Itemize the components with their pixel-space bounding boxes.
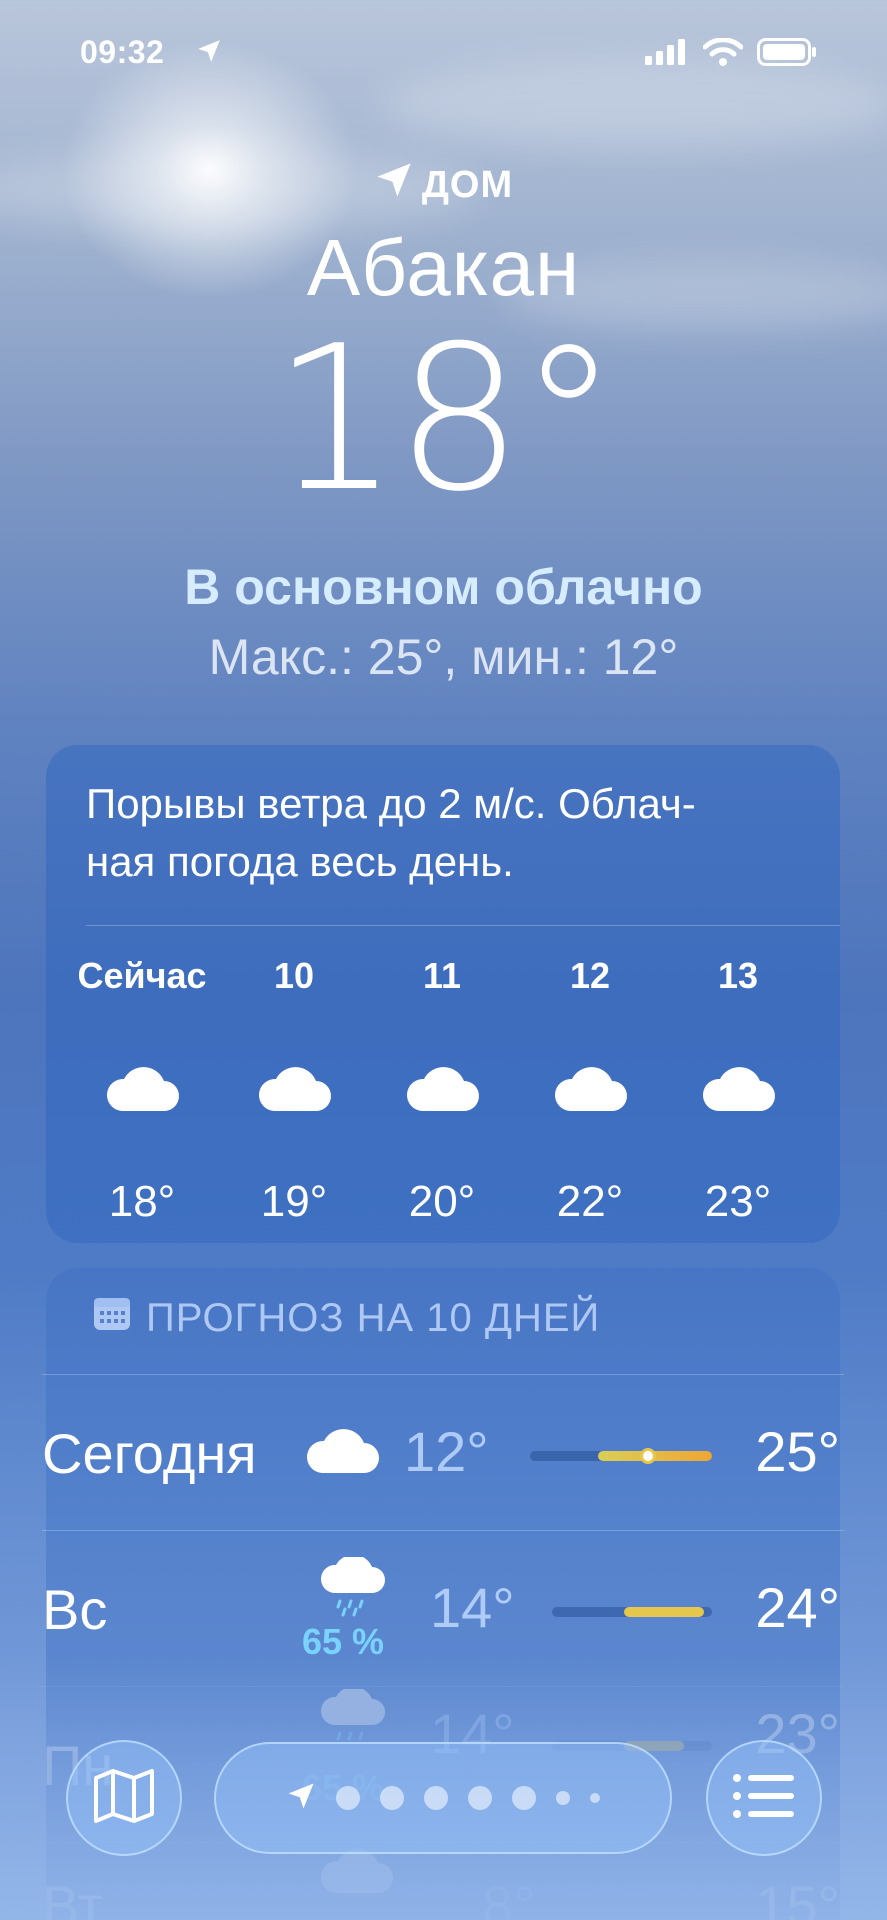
hour-temp: 22° [556, 1177, 624, 1226]
temp-range-fill [624, 1607, 704, 1617]
list-icon [732, 1772, 796, 1825]
cellular-signal-icon [645, 39, 689, 70]
cloud-icon [658, 1061, 818, 1121]
hour-item: 11 20° [362, 955, 522, 1226]
hour-item: 10 19° [214, 955, 374, 1226]
high-low-text: Макс.: 25°, мин.: 12° [208, 629, 679, 685]
status-icons [645, 37, 817, 71]
day-name: Вт [42, 1874, 104, 1920]
day-min-temp: 12° [404, 1420, 489, 1483]
temp-range-bar [530, 1448, 712, 1464]
cloud-icon [214, 1061, 374, 1121]
hour-item: Сейчас 18° [62, 955, 222, 1226]
hour-time: 13 [717, 955, 759, 996]
status-bar: 09:32 [0, 28, 887, 78]
hour-item: 13 23° [658, 955, 818, 1226]
hour-time: 12 [569, 955, 611, 996]
temp-range-bar [552, 1607, 712, 1617]
cloud-icon [304, 1423, 380, 1480]
day-max-temp: 15° [755, 1874, 840, 1920]
divider [86, 925, 840, 926]
map-icon [93, 1768, 155, 1829]
day-max-temp: 25° [755, 1420, 840, 1483]
page-dot[interactable] [590, 1793, 600, 1803]
page-dot[interactable] [336, 1786, 360, 1810]
day-name: Сегодня [42, 1422, 257, 1485]
hour-temp: 18° [108, 1177, 176, 1226]
hour-item: 12 22° [510, 955, 670, 1226]
day-min-temp: 14° [430, 1576, 515, 1639]
hour-temp: 20° [408, 1177, 476, 1226]
hourly-forecast-card[interactable]: Порывы ветра до 2 м/с. Облач- ная погода… [46, 745, 840, 1243]
page-dot[interactable] [424, 1786, 448, 1810]
summary-line-1: Порывы ветра до 2 м/с. Облач- [86, 780, 696, 827]
hourly-summary: Порывы ветра до 2 м/с. Облач- ная погода… [86, 775, 806, 891]
battery-icon [757, 38, 817, 71]
day-name: Вс [42, 1578, 108, 1641]
page-dot[interactable] [556, 1791, 570, 1805]
cloud-icon [62, 1061, 222, 1121]
location-name: ДОМ [421, 163, 514, 206]
page-dot[interactable] [512, 1786, 536, 1810]
city-name: Абакан [306, 223, 581, 312]
status-time: 09:32 [80, 34, 165, 70]
day-row[interactable]: Сегодня 12° 25° [42, 1374, 844, 1530]
cloud-rain-icon [318, 1554, 388, 1622]
location-services-icon [196, 38, 222, 69]
location-arrow-icon[interactable] [286, 1781, 316, 1816]
hour-temp: 19° [260, 1177, 328, 1226]
page-dot[interactable] [380, 1786, 404, 1810]
day-max-temp: 24° [755, 1576, 840, 1639]
daily-title: ПРОГНОЗ НА 10 ДНЕЙ [146, 1295, 601, 1340]
hour-time: 10 [273, 955, 315, 996]
current-temperature: 18° [272, 303, 619, 536]
location-arrow-icon [374, 160, 414, 210]
condition-text: В основном облачно [184, 559, 703, 615]
locations-list-button[interactable] [706, 1740, 822, 1856]
location-label: ДОМ [0, 160, 887, 210]
day-row[interactable]: Вс 65 % 14° 24° [42, 1530, 844, 1686]
hour-time: 11 [422, 955, 462, 996]
hour-time: Сейчас [77, 955, 207, 996]
day-min-temp: 8° [482, 1874, 536, 1920]
page-indicator[interactable] [214, 1742, 672, 1854]
page-dot[interactable] [468, 1786, 492, 1810]
cloud-icon [510, 1061, 670, 1121]
precip-chance: 65 % [302, 1621, 385, 1662]
cloud-icon [362, 1061, 522, 1121]
summary-line-2: ная погода весь день. [86, 838, 514, 885]
daily-header: ПРОГНОЗ НА 10 ДНЕЙ [92, 1294, 600, 1342]
hour-temp: 23° [704, 1177, 772, 1226]
current-temp-dot [640, 1448, 656, 1464]
map-button[interactable] [66, 1740, 182, 1856]
wifi-icon [702, 37, 744, 71]
calendar-icon [92, 1294, 132, 1342]
